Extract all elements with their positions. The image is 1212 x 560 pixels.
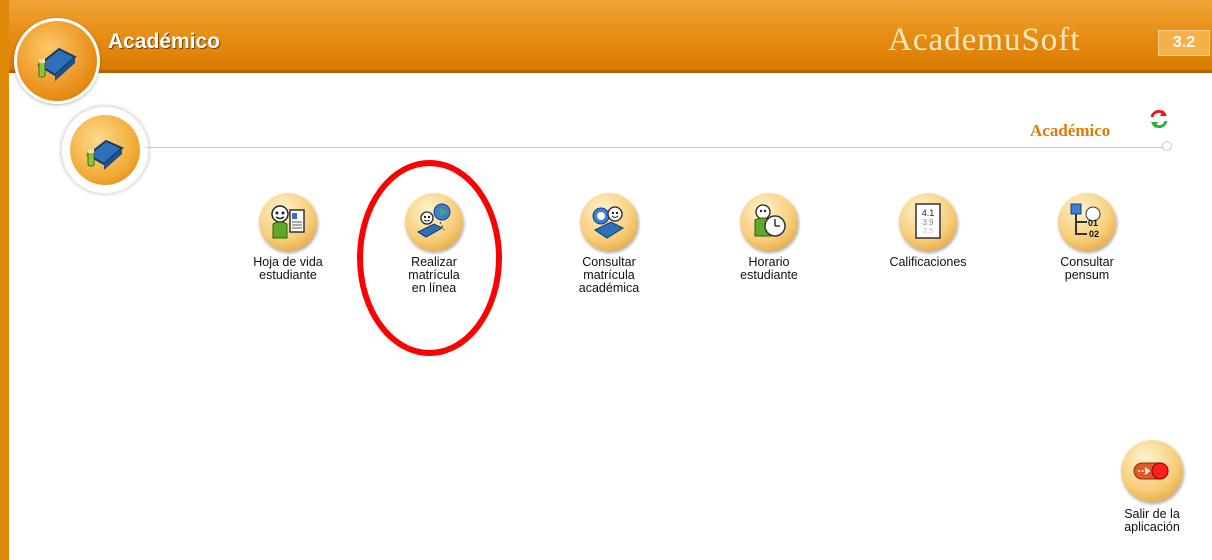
page-title: Académico (108, 30, 221, 53)
module-label: Hoja de vida estudiante (253, 255, 323, 282)
svg-text:02: 02 (1089, 229, 1099, 239)
refresh-icon[interactable] (1148, 108, 1170, 130)
module-label: Consultar matrícula académica (578, 255, 640, 295)
module-enrollment-query[interactable]: Consultar matrícula académica (549, 193, 669, 295)
svg-text:3.9: 3.9 (922, 218, 934, 227)
section-divider (146, 147, 1166, 148)
student-schedule-icon (740, 193, 798, 251)
book-icon (70, 115, 140, 185)
exit-button[interactable]: Salir de la aplicación (1112, 440, 1192, 534)
brand-logo-text: AcademuSoft (888, 22, 1081, 58)
highlight-circle-annotation (357, 160, 502, 356)
header-divider (0, 70, 1212, 73)
left-border (0, 0, 9, 560)
grades-icon: 4.1 3.9 2.5 (899, 193, 957, 251)
svg-text:2.5: 2.5 (923, 228, 933, 235)
module-grades[interactable]: 4.1 3.9 2.5 Calificaciones (868, 193, 988, 269)
module-label: Horario estudiante (740, 255, 798, 282)
academic-book-icon (14, 18, 100, 104)
module-label: Calificaciones (889, 255, 967, 269)
exit-toggle-icon (1121, 440, 1183, 502)
enrollment-query-icon (580, 193, 638, 251)
curriculum-query-icon: 01 02 (1058, 193, 1116, 251)
module-label: Consultar pensum (1060, 255, 1114, 282)
module-curriculum-query[interactable]: 01 02 Consultar pensum (1027, 193, 1147, 282)
module-student-schedule[interactable]: Horario estudiante (709, 193, 829, 282)
section-title: Académico (1030, 121, 1111, 140)
divider-endpoint (1162, 141, 1172, 151)
exit-label: Salir de la aplicación (1124, 507, 1180, 534)
section-badge (60, 105, 150, 195)
svg-text:4.1: 4.1 (922, 208, 935, 218)
svg-text:01: 01 (1088, 218, 1098, 228)
module-student-resume[interactable]: Hoja de vida estudiante (228, 193, 348, 282)
student-resume-icon (259, 193, 317, 251)
app-window: Académico AcademuSoft 3.2 Académico Hoja… (0, 0, 1212, 560)
brand-version-badge: 3.2 (1158, 30, 1210, 56)
